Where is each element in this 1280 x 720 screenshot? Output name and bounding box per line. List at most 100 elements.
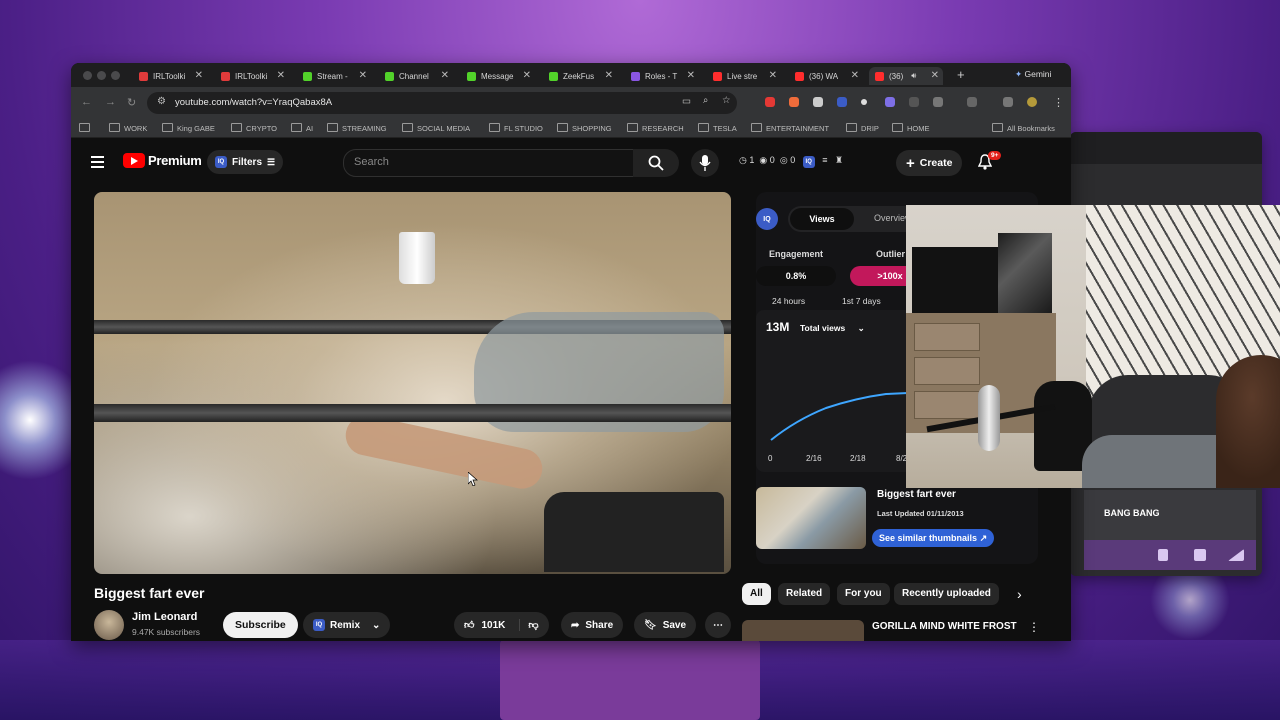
filters-button[interactable]: IQ Filters ☰: [207, 150, 284, 174]
subscribe-button[interactable]: Subscribe: [223, 612, 298, 638]
chip-recently-uploaded[interactable]: Recently uploaded: [894, 583, 999, 605]
share-label: Share: [585, 619, 614, 631]
bookmark-folder[interactable]: RESEARCH: [627, 123, 684, 133]
extensions-puzzle-icon[interactable]: [933, 97, 943, 107]
voice-search-button[interactable]: [691, 149, 719, 177]
close-window-button[interactable]: [83, 71, 92, 80]
pause-icon[interactable]: [1158, 549, 1168, 561]
close-tab-icon[interactable]: ✕: [605, 70, 613, 81]
bookmark-folder[interactable]: FL STUDIO: [489, 123, 543, 133]
close-tab-icon[interactable]: ✕: [277, 70, 285, 81]
close-tab-icon[interactable]: ✕: [687, 70, 695, 81]
gemini-button[interactable]: ✦ Gemini: [1015, 69, 1051, 80]
reading-list-icon[interactable]: [1003, 97, 1013, 107]
bookmark-folder[interactable]: WORK: [109, 123, 147, 133]
trophy-icon[interactable]: ♜: [835, 155, 843, 165]
extension-icon[interactable]: [885, 97, 895, 107]
similar-thumbnails-button[interactable]: See similar thumbnails ↗: [872, 529, 995, 547]
bookmark-folder[interactable]: King GABE: [162, 123, 215, 133]
video-thumbnail[interactable]: [756, 487, 866, 549]
channel-name[interactable]: Jim Leonard: [132, 611, 197, 623]
bookmark-star-icon[interactable]: ☆: [722, 95, 731, 106]
browser-tab[interactable]: Roles - T ✕: [631, 67, 695, 85]
minimize-window-button[interactable]: [97, 71, 106, 80]
browser-tab[interactable]: (36) WA ✕: [795, 67, 859, 85]
browser-tab[interactable]: Stream - ✕: [303, 67, 367, 85]
speaker-icon[interactable]: 🔊︎: [911, 71, 916, 81]
close-tab-icon[interactable]: ✕: [359, 70, 367, 81]
browser-tab[interactable]: Message ✕: [467, 67, 531, 85]
create-button[interactable]: + Create: [896, 150, 963, 176]
list-icon[interactable]: ≡: [822, 155, 827, 165]
back-button[interactable]: ←: [81, 96, 92, 108]
channel-avatar[interactable]: [94, 610, 124, 640]
browser-tab[interactable]: Channel ✕: [385, 67, 449, 85]
more-actions-button[interactable]: ⋯: [705, 612, 731, 638]
extension-icon[interactable]: [789, 97, 799, 107]
bookmark-folder[interactable]: TESLA: [698, 123, 737, 133]
bookmark-folder[interactable]: STREAMING: [327, 123, 387, 133]
next-video-thumbnail[interactable]: [742, 620, 864, 641]
bookmark-folder[interactable]: AI: [291, 123, 313, 133]
save-button[interactable]: 🔖︎ Save: [634, 612, 697, 638]
search-button[interactable]: [633, 149, 679, 177]
close-tab-icon[interactable]: ✕: [931, 70, 939, 81]
share-button[interactable]: ➦ Share: [561, 612, 624, 638]
browser-menu-icon[interactable]: ⋮: [1053, 96, 1064, 109]
cast-icon[interactable]: ▭: [682, 96, 691, 107]
bookmark-folder[interactable]: DRIP: [846, 123, 879, 133]
all-bookmarks-folder[interactable]: All Bookmarks: [992, 123, 1055, 133]
bookmark-folder[interactable]: CRYPTO: [231, 123, 277, 133]
new-tab-button[interactable]: +: [957, 67, 965, 82]
menu-hamburger-icon[interactable]: [91, 156, 104, 171]
like-button[interactable]: 👍︎ 101K 👎︎: [454, 612, 549, 638]
close-tab-icon[interactable]: ✕: [195, 70, 203, 81]
close-tab-icon[interactable]: ✕: [523, 70, 531, 81]
dislike-button[interactable]: 👎︎: [519, 619, 539, 631]
browser-tab-active[interactable]: (36) 🔊︎ ✕: [869, 67, 943, 85]
chip-all[interactable]: All: [742, 583, 771, 605]
remix-button[interactable]: IQ Remix ⌄: [303, 612, 391, 638]
browser-tab[interactable]: ZeekFus ✕: [549, 67, 613, 85]
extension-icon[interactable]: [861, 99, 867, 105]
video-player[interactable]: [94, 192, 731, 574]
extension-icon[interactable]: [765, 97, 775, 107]
stop-icon[interactable]: [1194, 549, 1206, 561]
apps-grid-icon[interactable]: [79, 123, 94, 133]
extension-icon[interactable]: [813, 97, 823, 107]
forward-button[interactable]: →: [105, 96, 116, 108]
close-tab-icon[interactable]: ✕: [769, 70, 777, 81]
music-track-card[interactable]: BANG BANG: [1084, 490, 1256, 540]
skip-icon[interactable]: [1228, 549, 1244, 561]
bookmark-folder[interactable]: SOCIAL MEDIA: [402, 123, 470, 133]
url-bar[interactable]: ⚙ youtube.com/watch?v=YraqQabax8A ▭ ⌕ ☆: [147, 92, 737, 114]
chevron-right-icon[interactable]: ›: [1017, 586, 1022, 602]
chip-related[interactable]: Related: [778, 583, 831, 605]
zoom-icon[interactable]: ⌕: [703, 95, 708, 106]
iq-icon[interactable]: IQ: [802, 156, 815, 168]
period-7d[interactable]: 1st 7 days: [842, 296, 881, 306]
gemini-icon: ✦: [1015, 69, 1023, 79]
browser-tab[interactable]: IRLToolki ✕: [139, 67, 203, 85]
browser-tab[interactable]: IRLToolki ✕: [221, 67, 285, 85]
next-video-menu-icon[interactable]: ⋮: [1028, 620, 1040, 634]
bookmark-folder[interactable]: ENTERTAINMENT: [751, 123, 829, 133]
profile-avatar-icon[interactable]: [1027, 97, 1037, 107]
sidepanel-icon[interactable]: [967, 97, 977, 107]
site-settings-icon[interactable]: ⚙: [157, 96, 166, 107]
bookmark-folder[interactable]: HOME: [892, 123, 930, 133]
search-input[interactable]: Search: [343, 149, 635, 177]
youtube-premium-logo[interactable]: Premium: [123, 153, 202, 168]
close-tab-icon[interactable]: ✕: [441, 70, 449, 81]
extension-icon[interactable]: [909, 97, 919, 107]
bookmark-folder[interactable]: SHOPPING: [557, 123, 612, 133]
next-video-title[interactable]: GORILLA MIND WHITE FROST: [872, 621, 1017, 632]
maximize-window-button[interactable]: [111, 71, 120, 80]
extension-icon[interactable]: [837, 97, 847, 107]
reload-button[interactable]: ↻: [127, 96, 136, 109]
tab-views[interactable]: Views: [790, 208, 854, 230]
chip-for-you[interactable]: For you: [837, 583, 890, 605]
close-tab-icon[interactable]: ✕: [851, 70, 859, 81]
browser-tab[interactable]: Live stre ✕: [713, 67, 777, 85]
period-24h[interactable]: 24 hours: [772, 296, 805, 306]
